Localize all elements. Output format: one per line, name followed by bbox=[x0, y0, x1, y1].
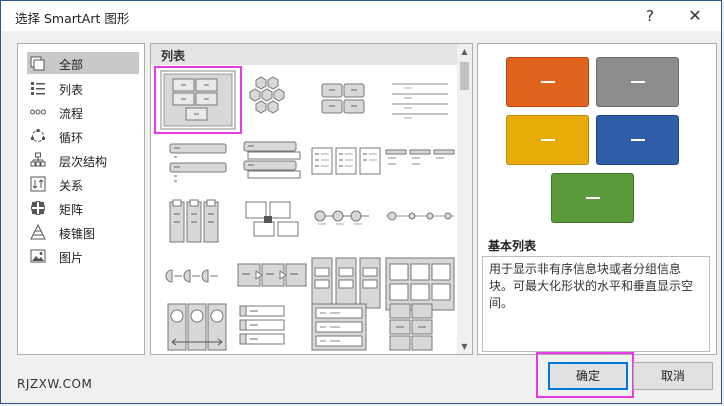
layout-stacked-bars[interactable] bbox=[234, 136, 310, 196]
preview-shape-orange bbox=[506, 57, 589, 107]
list-icon bbox=[31, 82, 45, 95]
watermark-text: RJZXW.COM bbox=[17, 377, 93, 391]
category-label: 层次结构 bbox=[59, 155, 108, 169]
preview-shape-blue bbox=[596, 115, 679, 165]
layout-checkbox-list[interactable] bbox=[308, 300, 384, 354]
category-item-process[interactable]: 流程 bbox=[27, 101, 139, 123]
relationship-icon bbox=[30, 176, 46, 192]
category-label: 循环 bbox=[59, 131, 84, 145]
hierarchy-icon bbox=[30, 152, 46, 167]
cycle-icon bbox=[31, 129, 45, 142]
preview-title: 基本列表 bbox=[488, 239, 537, 253]
category-label: 图片 bbox=[59, 251, 84, 265]
matrix-icon bbox=[31, 201, 45, 215]
layout-vertical-box[interactable] bbox=[160, 196, 236, 256]
layout-grouped-boxes[interactable] bbox=[234, 196, 310, 256]
category-list: 全部 列表 流程 循环 层次结构 关系 矩阵 棱锥图 图片 bbox=[17, 43, 145, 355]
layout-gallery: 列表 ▲ ▼ bbox=[150, 43, 473, 355]
process-icon bbox=[30, 109, 46, 115]
preview-description: 用于显示非有序信息块或者分组信息块。可最大化形状的水平和垂直显示空间。 bbox=[482, 256, 710, 352]
title-bar: 选择 SmartArt 图形 ? ✕ bbox=[1, 1, 721, 31]
preview-shape-gray bbox=[596, 57, 679, 107]
category-item-picture[interactable]: 图片 bbox=[27, 245, 139, 267]
preview-panel: 基本列表 用于显示非有序信息块或者分组信息块。可最大化形状的水平和垂直显示空间。 bbox=[477, 43, 717, 355]
dialog-title: 选择 SmartArt 图形 bbox=[15, 11, 130, 26]
category-label: 全部 bbox=[59, 58, 84, 72]
category-item-all[interactable]: 全部 bbox=[27, 52, 139, 74]
category-label: 流程 bbox=[59, 107, 84, 121]
cancel-button[interactable]: 取消 bbox=[633, 362, 713, 390]
category-item-list[interactable]: 列表 bbox=[27, 77, 139, 99]
layout-basic-list[interactable] bbox=[160, 70, 236, 130]
close-button[interactable]: ✕ bbox=[675, 3, 715, 29]
smartart-dialog: 选择 SmartArt 图形 ? ✕ 全部 列表 流程 循环 层次结构 关系 矩… bbox=[0, 0, 722, 404]
layout-table-list[interactable] bbox=[308, 136, 384, 196]
category-item-matrix[interactable]: 矩阵 bbox=[27, 197, 139, 219]
layout-rounded-blocks[interactable] bbox=[308, 70, 384, 130]
layout-horizontal-bullet[interactable] bbox=[382, 136, 458, 196]
category-item-relationship[interactable]: 关系 bbox=[27, 173, 139, 195]
scroll-thumb[interactable] bbox=[460, 62, 469, 90]
layout-grid-list[interactable] bbox=[382, 300, 458, 354]
category-item-hierarchy[interactable]: 层次结构 bbox=[27, 149, 139, 171]
layout-circle-branches[interactable] bbox=[308, 196, 384, 256]
category-label: 列表 bbox=[59, 83, 84, 97]
category-label: 关系 bbox=[59, 179, 84, 193]
layout-lined-list[interactable] bbox=[382, 70, 458, 130]
preview-shape-green bbox=[551, 173, 634, 223]
picture-icon bbox=[30, 249, 46, 263]
layout-tab-list[interactable] bbox=[234, 300, 310, 354]
layout-hexagon[interactable] bbox=[234, 70, 310, 130]
all-icon bbox=[30, 56, 45, 71]
pyramid-icon bbox=[30, 224, 46, 240]
scroll-down-icon[interactable]: ▼ bbox=[457, 339, 472, 354]
help-button[interactable]: ? bbox=[630, 3, 670, 29]
layout-vertical-bullet[interactable] bbox=[160, 136, 236, 196]
category-label: 矩阵 bbox=[59, 203, 84, 217]
ok-button[interactable]: 确定 bbox=[548, 362, 628, 390]
category-item-pyramid[interactable]: 棱锥图 bbox=[27, 221, 139, 243]
category-item-cycle[interactable]: 循环 bbox=[27, 125, 139, 147]
preview-shape-yellow bbox=[506, 115, 589, 165]
gallery-header: 列表 bbox=[151, 44, 457, 65]
layout-dot-line[interactable] bbox=[382, 196, 458, 256]
gallery-header-label: 列表 bbox=[161, 49, 186, 63]
category-label: 棱锥图 bbox=[59, 227, 96, 241]
scroll-up-icon[interactable]: ▲ bbox=[457, 44, 472, 59]
gallery-scrollbar[interactable]: ▲ ▼ bbox=[457, 44, 472, 354]
layout-circle-arrow-process[interactable] bbox=[160, 300, 236, 354]
